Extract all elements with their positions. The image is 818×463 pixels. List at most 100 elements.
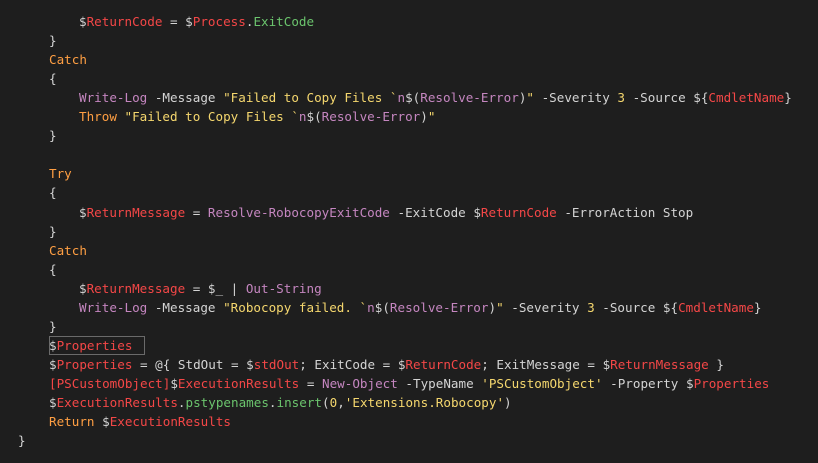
code-line[interactable]: } [49, 31, 57, 50]
code-token-variable-sigil: $ [49, 356, 57, 372]
code-token-keyword: Catch [49, 242, 87, 258]
code-token-text: -Source [594, 299, 663, 315]
code-token-variable: Process [192, 14, 246, 29]
code-token-command: Resolve-Error [389, 299, 489, 315]
code-token-keyword: Return [49, 414, 95, 430]
code-token-text: -Severity [503, 299, 588, 315]
code-line[interactable]: { [49, 260, 57, 279]
code-token-string: "Failed to Copy Files ` [223, 90, 398, 106]
code-token-text: = @{ StdOut = [132, 356, 247, 372]
code-token-text: } [49, 318, 57, 334]
code-token-escape: n [397, 90, 406, 106]
code-token-number: 3 [617, 90, 625, 106]
code-line[interactable]: $ReturnMessage = $_ | Out-String [79, 279, 322, 298]
code-token-text: -ErrorAction Stop [556, 204, 694, 220]
code-token-variable: ReturnCode [480, 204, 557, 220]
code-token-text: ${ [693, 90, 709, 106]
code-token-text: { [49, 185, 57, 201]
code-line[interactable]: Write-Log -Message "Failed to Copy Files… [79, 88, 792, 107]
code-token-variable-sigil: $ [49, 395, 57, 410]
code-token-command: Resolve-RobocopyExitCode [207, 204, 390, 220]
code-line[interactable]: Catch [49, 241, 87, 260]
code-line[interactable]: Write-Log -Message "Robocopy failed. `n$… [79, 298, 762, 317]
code-token-text: ) [504, 395, 512, 410]
code-line[interactable]: { [49, 183, 57, 202]
code-token-string: " [526, 90, 534, 106]
code-token-text: $( [405, 90, 421, 106]
code-line[interactable]: } [49, 126, 57, 145]
code-token-text: , [337, 395, 345, 410]
code-token-text: -Message [147, 90, 224, 106]
code-token-variable: ReturnCode [405, 356, 482, 372]
code-token-escape: n [298, 109, 307, 125]
code-token-string: " [427, 109, 436, 125]
code-token-text: | [223, 280, 246, 296]
code-token-variable-sigil: $ [170, 375, 178, 391]
code-token-text: ( [322, 395, 330, 410]
code-token-text: } [49, 33, 57, 49]
code-token-variable: ReturnMessage [86, 204, 186, 220]
code-token-text: ) [488, 299, 497, 315]
code-token-string: "Failed to Copy Files ` [124, 109, 299, 125]
code-line[interactable]: $ReturnMessage = Resolve-RobocopyExitCod… [79, 203, 693, 222]
code-token-text: { [49, 261, 57, 277]
code-token-variable: ReturnMessage [610, 356, 709, 372]
code-token-variable: CmdletName [678, 299, 754, 315]
code-token-variable: ExecutionResults [177, 375, 300, 391]
code-token-text: $( [374, 299, 390, 315]
code-token-variable-sigil: $ [79, 14, 87, 29]
code-token-text: } [49, 128, 57, 144]
code-token-string: 'PSCustomObject' [481, 375, 603, 391]
code-line[interactable]: } [49, 222, 57, 241]
code-token-variable: ExecutionResults [109, 414, 232, 430]
code-line[interactable]: } [18, 431, 26, 450]
code-token-text: ; ExitCode = [299, 356, 398, 372]
code-line[interactable]: Try [49, 164, 72, 183]
code-token-text: } [708, 356, 724, 372]
code-line[interactable]: $ReturnCode = $Process.ExitCode [79, 12, 314, 31]
code-token-string: " [496, 299, 504, 315]
code-token-variable: Properties [56, 356, 133, 372]
code-token-variable: CmdletName [708, 90, 785, 106]
code-token-variable: Properties [693, 375, 770, 391]
code-line[interactable]: $Properties = @{ StdOut = $stdOut; ExitC… [49, 355, 724, 374]
code-token-text: $( [306, 109, 322, 125]
code-line[interactable]: [PSCustomObject]$ExecutionResults = New-… [49, 374, 769, 393]
code-token-variable: ReturnMessage [86, 280, 186, 296]
code-token-keyword: Throw [79, 109, 117, 125]
code-token-text: = [299, 375, 322, 391]
code-token-command: Resolve-Error [321, 109, 421, 125]
code-token-text: = [185, 280, 208, 296]
code-line[interactable]: { [49, 69, 57, 88]
code-token-variable: ReturnCode [86, 14, 163, 29]
code-token-variable-sigil: $ [79, 280, 87, 296]
code-token-text: ${ [662, 299, 679, 315]
code-token-text: ; ExitMessage = [481, 356, 603, 372]
code-token-property: ExitCode [253, 14, 315, 29]
code-token-string: "Robocopy failed. ` [223, 299, 368, 315]
code-token-text: ) [420, 109, 428, 125]
code-editor[interactable]: $ReturnCode = $Process.ExitCode} Catch{Wr… [0, 0, 818, 463]
code-token-text: . [177, 395, 186, 410]
code-token-text: = [162, 14, 186, 29]
code-line[interactable]: Catch [49, 50, 87, 69]
code-token-number: 3 [587, 299, 595, 315]
code-token-text: { [49, 71, 57, 87]
code-token-text: -TypeName [397, 375, 482, 391]
code-token-text: -ExitCode [389, 204, 474, 220]
code-token-escape: n [367, 299, 375, 315]
code-token-variable-sigil: $ [685, 375, 694, 391]
code-line[interactable]: } [49, 317, 57, 336]
selection-highlight-box [49, 335, 145, 355]
code-line[interactable]: $ExecutionResults.pstypenames.insert(0,'… [49, 393, 512, 412]
code-token-property: insert [276, 395, 323, 410]
code-token-command: Write-Log [79, 90, 148, 106]
code-token-text: . [268, 395, 277, 410]
code-line[interactable]: Throw "Failed to Copy Files `n$(Resolve-… [79, 107, 435, 126]
code-token-command: Resolve-Error [420, 90, 519, 106]
code-token-text: = [185, 204, 208, 220]
code-token-property: pstypenames [185, 395, 269, 410]
code-line[interactable]: Return $ExecutionResults [49, 412, 231, 431]
code-token-text: -Severity [534, 90, 618, 106]
